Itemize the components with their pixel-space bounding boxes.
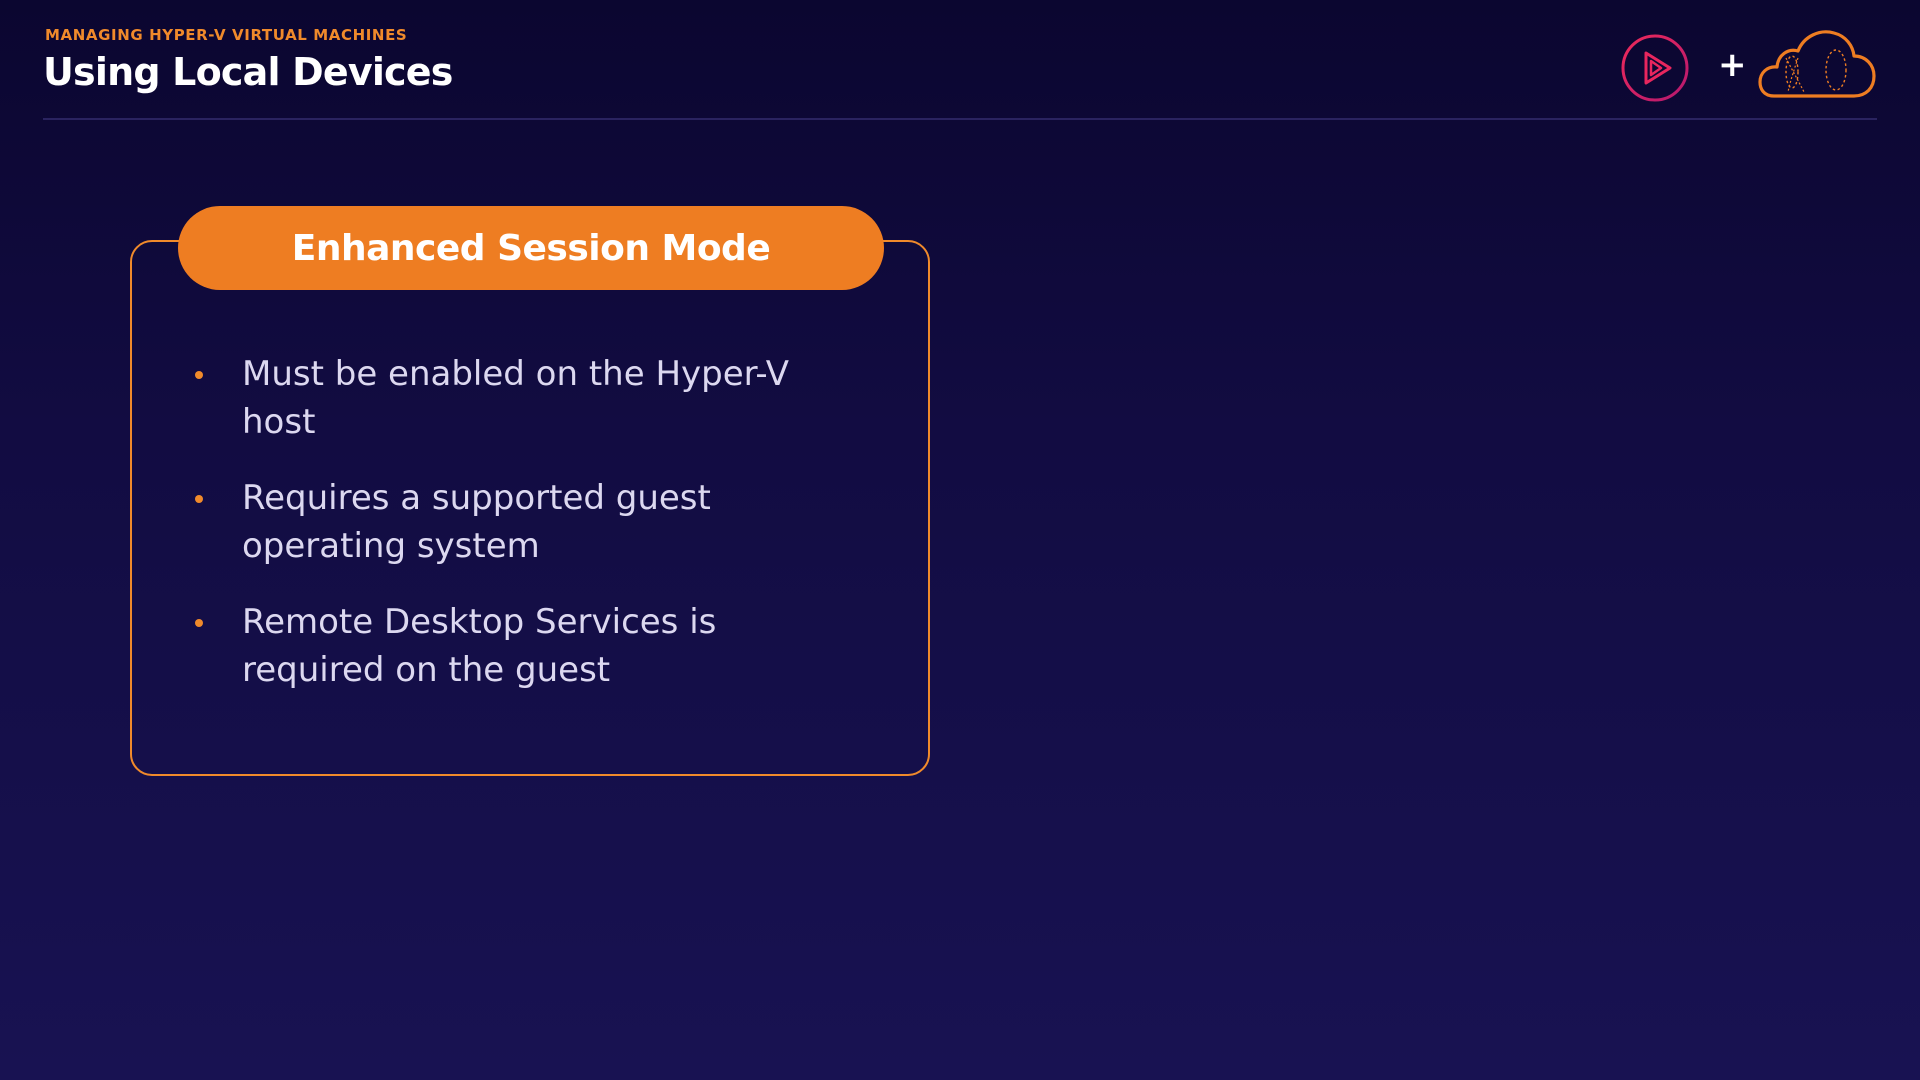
play-icon [1621,34,1689,102]
card-heading: Enhanced Session Mode [291,227,771,269]
card-heading-pill: Enhanced Session Mode [178,206,884,290]
header-divider [43,118,1877,120]
plus-separator: + [1718,45,1747,85]
brand-logos: + [1620,28,1880,106]
cloud-icon [1758,30,1876,98]
bullet-dot-icon [195,495,203,503]
slide-title: Using Local Devices [43,50,453,94]
bullet-text: Requires a supported guest operating sys… [242,478,711,566]
bullet-item: Requires a supported guest operating sys… [190,474,830,570]
bullet-list: Must be enabled on the Hyper-V host Requ… [190,350,830,722]
bullet-text: Must be enabled on the Hyper-V host [242,354,789,442]
slide-header: MANAGING HYPER-V VIRTUAL MACHINES Using … [43,26,453,94]
bullet-dot-icon [195,619,203,627]
bullet-item: Remote Desktop Services is required on t… [190,598,830,694]
bullet-text: Remote Desktop Services is required on t… [242,602,717,690]
section-eyebrow: MANAGING HYPER-V VIRTUAL MACHINES [45,26,408,44]
bullet-item: Must be enabled on the Hyper-V host [190,350,830,446]
bullet-dot-icon [195,371,203,379]
